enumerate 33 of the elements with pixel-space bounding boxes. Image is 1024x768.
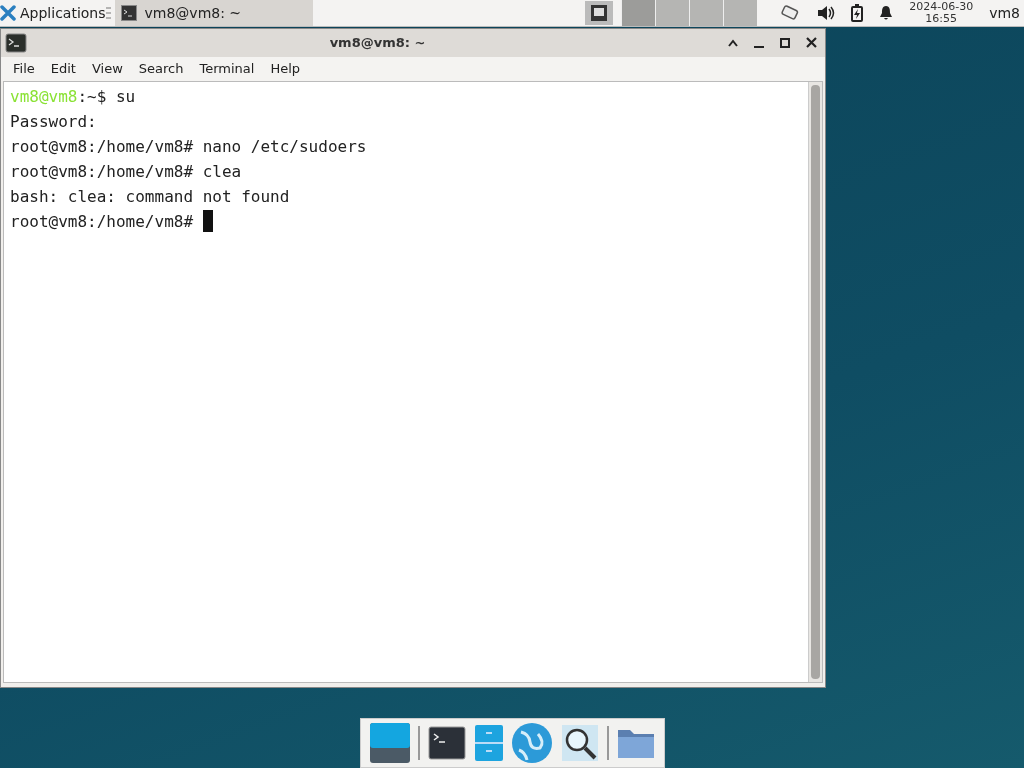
terminal-line: root@vm8:/home/vm8# nano /etc/sudoers bbox=[10, 135, 367, 158]
task-button[interactable]: vm8@vm8: ~ bbox=[114, 0, 313, 26]
volume-icon[interactable] bbox=[817, 5, 836, 21]
terminal-line: vm8@vm8:~$ su bbox=[10, 85, 136, 108]
window-title: vm8@vm8: ~ bbox=[329, 35, 426, 51]
desktop-icon[interactable] bbox=[368, 722, 411, 764]
magnifier-icon[interactable] bbox=[560, 724, 599, 762]
applications-menu[interactable]: Applications bbox=[0, 5, 106, 21]
battery-icon[interactable] bbox=[851, 4, 864, 22]
handle-icon[interactable] bbox=[105, 6, 111, 20]
terminal-icon bbox=[5, 32, 27, 53]
user-name[interactable]: vm8 bbox=[989, 2, 1020, 24]
terminal-icon[interactable] bbox=[428, 726, 467, 760]
terminal-icon bbox=[120, 5, 137, 21]
menu-item[interactable]: File bbox=[5, 59, 43, 79]
menu-item[interactable]: Help bbox=[262, 59, 309, 79]
scrollbar-thumb[interactable] bbox=[811, 84, 820, 679]
globe-icon[interactable] bbox=[511, 722, 554, 764]
clock[interactable]: 2024-06-30 16:55 bbox=[909, 1, 974, 25]
menu-item[interactable]: Terminal bbox=[191, 59, 263, 79]
terminal-line: Password: bbox=[10, 110, 97, 133]
menu-item[interactable]: View bbox=[83, 59, 131, 79]
menu-item[interactable]: Edit bbox=[42, 59, 84, 79]
show-desktop-button[interactable] bbox=[585, 1, 614, 25]
cross-logo-icon bbox=[0, 5, 16, 21]
menu-item[interactable]: Search bbox=[130, 59, 192, 79]
bell-icon[interactable] bbox=[879, 5, 894, 21]
close-icon[interactable] bbox=[806, 37, 817, 49]
maximize-icon[interactable] bbox=[780, 37, 790, 48]
terminal-line: root@vm8:/home/vm8# clea bbox=[10, 160, 242, 183]
terminal-line: bash: clea: command not found bbox=[10, 185, 290, 208]
shade-icon[interactable] bbox=[728, 38, 738, 47]
terminal-line: root@vm8:/home/vm8# bbox=[10, 210, 194, 233]
